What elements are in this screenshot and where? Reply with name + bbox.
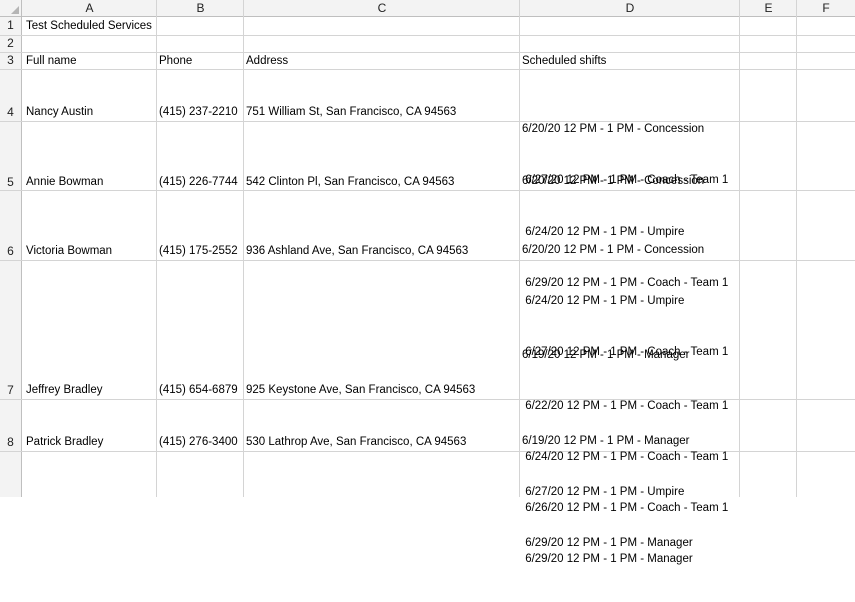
address-cell[interactable]: 751 William St, San Francisco, CA 94563 <box>246 104 456 121</box>
address-cell[interactable]: 542 Clinton Pl, San Francisco, CA 94563 <box>246 174 454 191</box>
select-all-triangle-icon <box>11 6 19 14</box>
phone-cell[interactable]: (415) 276-3400 <box>159 434 238 451</box>
shift-entry: 6/20/20 12 PM - 1 PM - Concession <box>522 244 705 256</box>
gridline <box>0 52 855 53</box>
shift-entry: 6/19/20 12 PM - 1 PM - Manager <box>522 435 690 447</box>
name-cell[interactable]: Jeffrey Bradley <box>26 382 103 399</box>
phone-cell[interactable]: (415) 237-2210 <box>159 104 238 121</box>
header-phone[interactable]: Phone <box>159 53 192 70</box>
row-header-4[interactable]: 4 <box>0 105 21 119</box>
row-header-6[interactable]: 6 <box>0 244 21 258</box>
phone-cell[interactable]: (415) 226-7744 <box>159 174 238 191</box>
gridline <box>739 0 740 497</box>
select-all-corner[interactable] <box>0 0 22 17</box>
address-cell[interactable]: 925 Keystone Ave, San Francisco, CA 9456… <box>246 382 475 399</box>
gridline <box>0 69 855 70</box>
column-header-f[interactable]: F <box>797 0 855 17</box>
name-cell[interactable]: Nancy Austin <box>26 104 93 121</box>
gridline <box>519 0 520 497</box>
address-cell[interactable]: 936 Ashland Ave, San Francisco, CA 94563 <box>246 243 468 260</box>
row-header-7[interactable]: 7 <box>0 383 21 397</box>
phone-cell[interactable]: (415) 175-2552 <box>159 243 238 260</box>
column-header-c[interactable]: C <box>244 0 520 17</box>
column-header-e[interactable]: E <box>740 0 797 17</box>
row-header-1[interactable]: 1 <box>0 18 21 32</box>
phone-cell[interactable]: (415) 654-6879 <box>159 382 238 399</box>
shift-entry: 6/20/20 12 PM - 1 PM - Concession <box>522 123 705 135</box>
gridline <box>243 0 244 497</box>
row-header-2[interactable]: 2 <box>0 36 21 50</box>
sheet-title-cell[interactable]: Test Scheduled Services <box>26 18 152 35</box>
name-cell[interactable]: Victoria Bowman <box>26 243 112 260</box>
row-header-3[interactable]: 3 <box>0 53 21 67</box>
shifts-cell[interactable]: 6/19/20 12 PM - 1 PM - Manager 6/27/20 1… <box>522 399 693 586</box>
shift-entry: 6/20/20 12 PM - 1 PM - Concession <box>522 175 705 187</box>
header-scheduled-shifts[interactable]: Scheduled shifts <box>522 53 606 70</box>
shift-entry: 6/19/20 12 PM - 1 PM - Manager <box>522 349 690 361</box>
shift-entry: 6/27/20 12 PM - 1 PM - Umpire <box>522 486 685 498</box>
column-header-a[interactable]: A <box>22 0 157 17</box>
shift-entry: 6/24/20 12 PM - 1 PM - Umpire <box>522 295 685 307</box>
shift-entry: 6/29/20 12 PM - 1 PM - Manager <box>522 537 693 549</box>
spreadsheet-grid[interactable]: A B C D E F 1 2 3 4 5 6 7 8 Test Schedul… <box>0 0 855 565</box>
header-address[interactable]: Address <box>246 53 288 70</box>
row-header-5[interactable]: 5 <box>0 175 21 189</box>
gridline <box>796 0 797 497</box>
row-header-8[interactable]: 8 <box>0 435 21 449</box>
column-header-b[interactable]: B <box>157 0 244 17</box>
gridline <box>156 0 157 497</box>
gridline <box>0 35 855 36</box>
address-cell[interactable]: 530 Lathrop Ave, San Francisco, CA 94563 <box>246 434 466 451</box>
name-cell[interactable]: Annie Bowman <box>26 174 103 191</box>
header-full-name[interactable]: Full name <box>26 53 77 70</box>
name-cell[interactable]: Patrick Bradley <box>26 434 103 451</box>
column-header-d[interactable]: D <box>520 0 740 17</box>
